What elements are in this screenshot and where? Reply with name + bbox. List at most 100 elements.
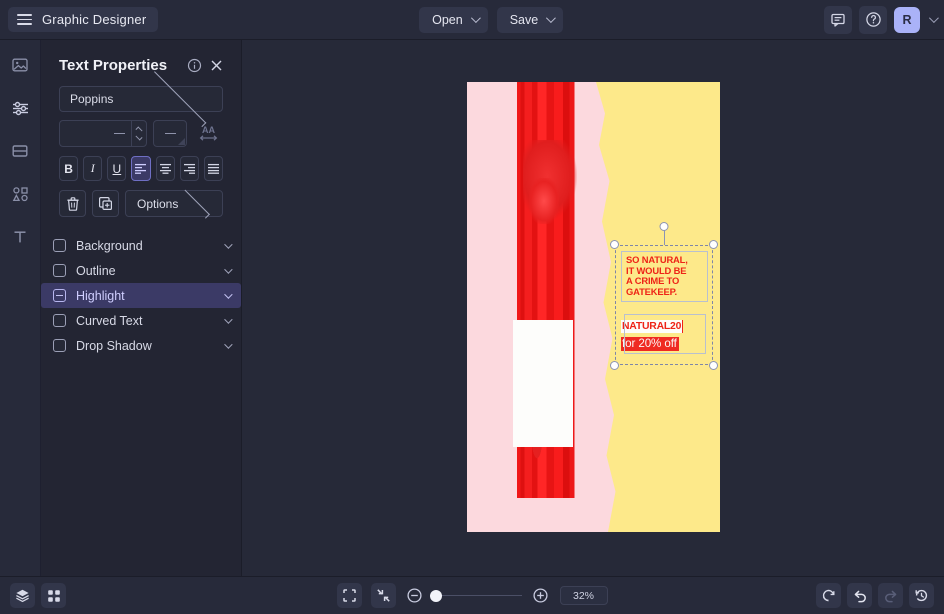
rotate-handle[interactable] — [660, 222, 669, 231]
comment-button[interactable] — [824, 6, 852, 34]
history-button[interactable] — [909, 583, 934, 608]
underline-button[interactable]: U — [107, 156, 126, 181]
bold-label: B — [64, 162, 73, 176]
resize-handle-top-left[interactable] — [610, 240, 619, 249]
font-size-input[interactable] — [59, 120, 147, 147]
info-button[interactable] — [183, 54, 205, 76]
options-button[interactable]: Options — [125, 190, 223, 217]
italic-button[interactable]: I — [83, 156, 102, 181]
zoom-slider[interactable] — [434, 595, 522, 597]
collapse-button[interactable] — [371, 583, 396, 608]
align-center-button[interactable] — [156, 156, 175, 181]
sidebar-item-adjustments[interactable] — [7, 95, 33, 121]
resize-handle-bottom-left[interactable] — [610, 361, 619, 370]
zoom-slider-handle[interactable] — [430, 590, 442, 602]
app-menu-button[interactable]: Graphic Designer — [8, 7, 158, 32]
effect-label: Highlight — [76, 289, 224, 303]
sidebar-item-image[interactable] — [7, 52, 33, 78]
sidebar-item-shapes[interactable] — [7, 181, 33, 207]
font-family-value: Poppins — [70, 92, 142, 106]
chevron-down-icon[interactable] — [224, 240, 232, 248]
duplicate-button[interactable] — [92, 190, 119, 217]
chevron-down-icon[interactable] — [929, 13, 939, 23]
close-panel-button[interactable] — [205, 54, 227, 76]
text-color-swatch[interactable] — [153, 120, 187, 147]
avatar[interactable]: R — [894, 7, 920, 33]
layers-button[interactable] — [10, 583, 35, 608]
zoom-in-icon — [532, 587, 549, 604]
align-right-icon — [183, 163, 196, 174]
zoom-out-button[interactable] — [405, 586, 425, 606]
app-window: Graphic Designer Open Save — [0, 0, 944, 614]
headline-text-block[interactable]: SO NATURAL, IT WOULD BE A CRIME TO GATEK… — [621, 251, 708, 302]
fit-to-screen-button[interactable] — [337, 583, 362, 608]
hamburger-icon[interactable] — [17, 14, 32, 25]
artboard[interactable]: SO NATURAL, IT WOULD BE A CRIME TO GATEK… — [467, 82, 720, 532]
reset-button[interactable] — [816, 583, 841, 608]
resize-handle-bottom-right[interactable] — [709, 361, 718, 370]
artwork-paint-blob-highlight — [529, 178, 559, 224]
align-left-button[interactable] — [131, 156, 150, 181]
image-icon — [11, 56, 29, 74]
chevron-down-icon[interactable] — [224, 340, 232, 348]
effect-row-curved-text[interactable]: Curved Text — [41, 308, 241, 333]
promo-text-block[interactable]: NATURAL20 for 20% off — [621, 316, 708, 352]
resize-handle-top-right[interactable] — [709, 240, 718, 249]
save-button[interactable]: Save — [497, 7, 564, 33]
letter-spacing-button[interactable]: AA — [193, 120, 223, 147]
checkbox[interactable] — [53, 339, 66, 352]
format-buttons: B I U — [59, 156, 223, 181]
adjustments-icon — [11, 99, 30, 118]
chevron-down-icon[interactable] — [224, 315, 232, 323]
checkbox[interactable] — [53, 289, 66, 302]
indeterminate-dash-icon — [56, 295, 63, 297]
italic-label: I — [91, 161, 95, 176]
layout-icon — [11, 142, 29, 160]
help-circle-icon — [865, 11, 882, 28]
bold-button[interactable]: B — [59, 156, 78, 181]
checkbox[interactable] — [53, 239, 66, 252]
layer-actions: Options — [59, 190, 223, 217]
align-left-icon — [134, 163, 147, 174]
shapes-icon — [11, 185, 30, 204]
checkbox[interactable] — [53, 314, 66, 327]
effect-row-outline[interactable]: Outline — [41, 258, 241, 283]
save-label: Save — [510, 13, 539, 27]
canvas-area[interactable]: SO NATURAL, IT WOULD BE A CRIME TO GATEK… — [242, 40, 944, 576]
open-button[interactable]: Open — [419, 7, 488, 33]
delete-button[interactable] — [59, 190, 86, 217]
promo-frame — [624, 314, 706, 354]
mixed-value-dash-icon — [114, 133, 125, 135]
tool-rail — [0, 40, 41, 576]
effect-row-drop-shadow[interactable]: Drop Shadow — [41, 333, 241, 358]
collapse-icon — [376, 588, 391, 603]
sidebar-item-text[interactable] — [7, 224, 33, 250]
align-justify-button[interactable] — [204, 156, 223, 181]
undo-button[interactable] — [847, 583, 872, 608]
chevron-up-icon[interactable] — [135, 126, 142, 133]
info-circle-icon — [187, 58, 202, 73]
effect-label: Curved Text — [76, 314, 224, 328]
quantity-stepper[interactable] — [131, 121, 146, 146]
help-button[interactable] — [859, 6, 887, 34]
sidebar-item-layout[interactable] — [7, 138, 33, 164]
comment-icon — [830, 12, 846, 28]
effect-row-highlight[interactable]: Highlight — [41, 283, 241, 308]
align-right-button[interactable] — [180, 156, 199, 181]
font-family-select[interactable]: Poppins — [59, 86, 223, 112]
zoom-controls: 32% — [180, 583, 764, 608]
grid-button[interactable] — [41, 583, 66, 608]
selected-text-layer[interactable]: SO NATURAL, IT WOULD BE A CRIME TO GATEK… — [615, 245, 713, 365]
redo-button[interactable] — [878, 583, 903, 608]
headline-line: SO NATURAL, — [626, 255, 703, 266]
zoom-level[interactable]: 32% — [560, 586, 608, 605]
checkbox[interactable] — [53, 264, 66, 277]
fit-to-screen-icon — [342, 588, 357, 603]
top-bar-right: R — [824, 6, 936, 34]
effect-row-background[interactable]: Background — [41, 233, 241, 258]
chevron-down-icon[interactable] — [135, 133, 142, 140]
chevron-right-icon — [181, 189, 210, 218]
chevron-down-icon[interactable] — [224, 265, 232, 273]
chevron-down-icon[interactable] — [224, 290, 232, 298]
zoom-in-button[interactable] — [531, 586, 551, 606]
